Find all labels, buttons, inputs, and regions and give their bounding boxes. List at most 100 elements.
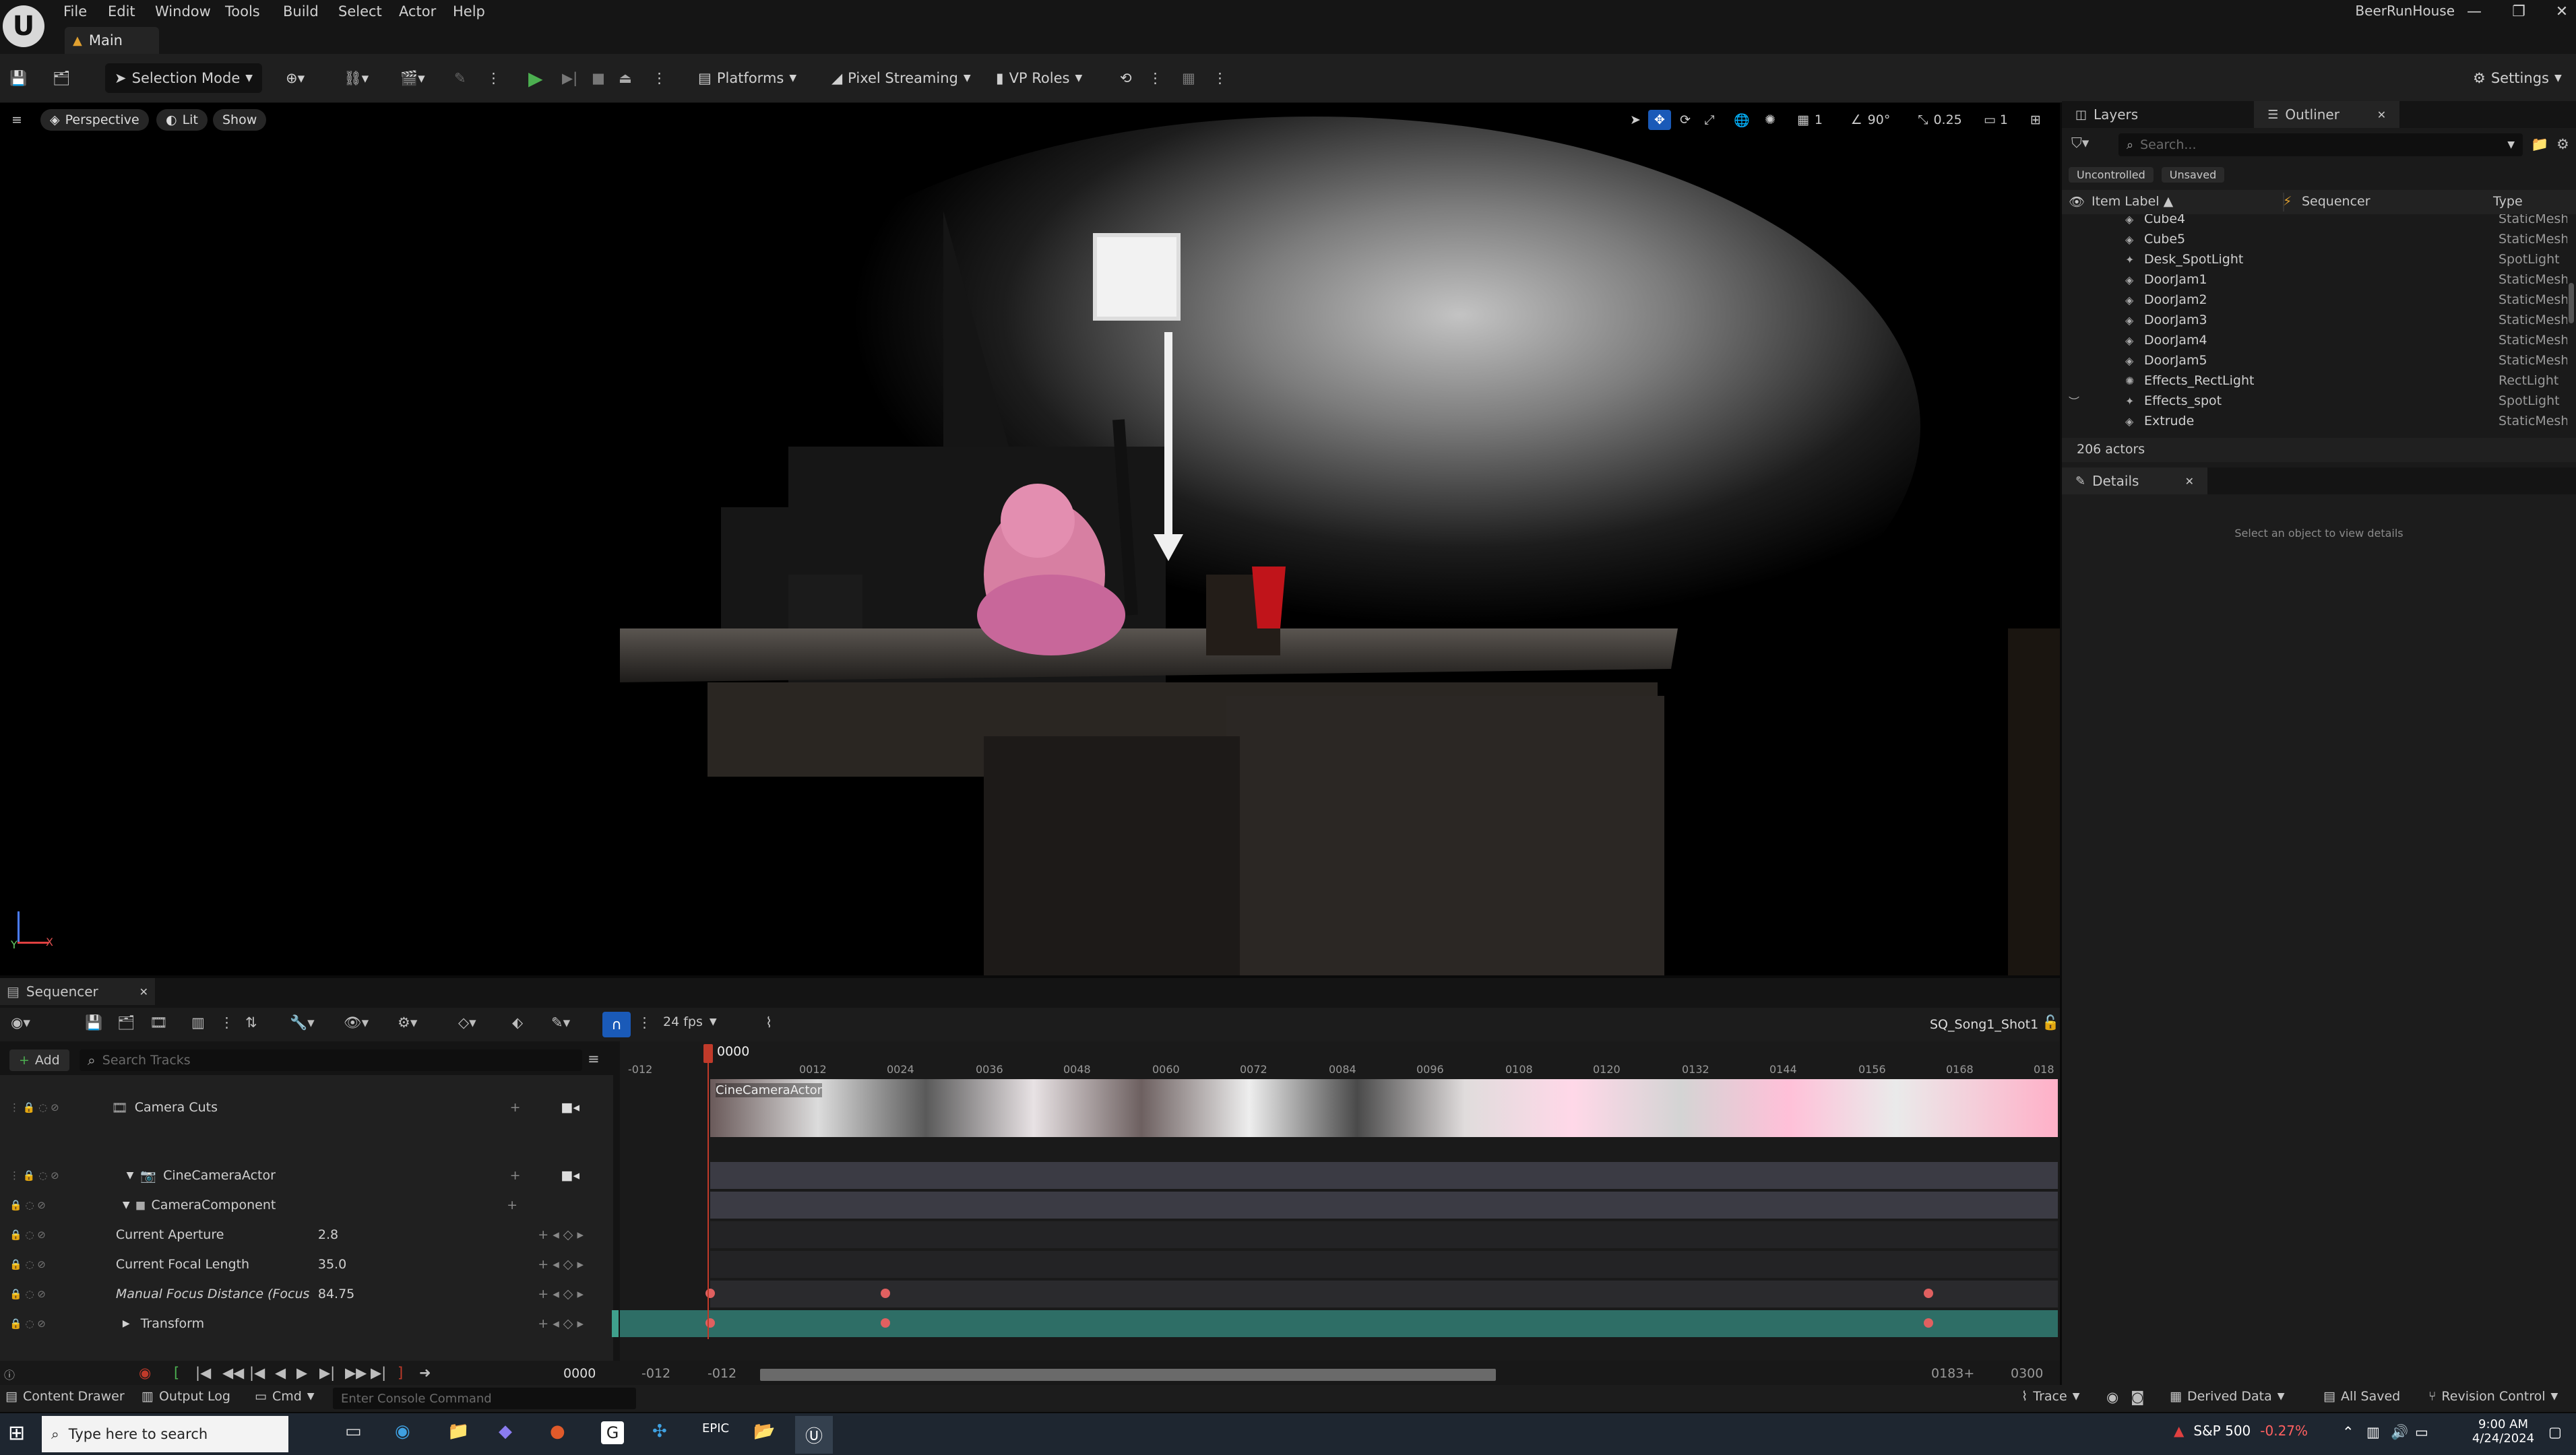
- menu-window[interactable]: Window: [155, 0, 211, 23]
- keyframe-controls[interactable]: + ◂ ◇ ▸: [538, 1287, 584, 1301]
- add-icon[interactable]: +: [507, 1198, 517, 1212]
- camera-icon[interactable]: ■◂: [561, 1168, 580, 1183]
- chevron-up-icon[interactable]: ⌃: [2342, 1424, 2354, 1440]
- keyframe-dot[interactable]: [881, 1289, 890, 1298]
- key-options-icon[interactable]: ⇅: [245, 1014, 257, 1031]
- focus-distance-section[interactable]: [710, 1281, 2058, 1307]
- scale-snap-button[interactable]: ⤡ 0.25: [1910, 110, 1970, 130]
- component-section-bar[interactable]: [710, 1192, 2058, 1219]
- expand-arrow-icon[interactable]: ▼: [123, 1200, 130, 1210]
- pixel-streaming-dropdown[interactable]: ◢ Pixel Streaming ▼: [831, 62, 971, 94]
- world-icon[interactable]: ◉▾: [11, 1014, 30, 1031]
- volume-icon[interactable]: 🔊: [2391, 1424, 2408, 1441]
- network-icon[interactable]: ▥: [2366, 1424, 2380, 1440]
- eye-icon[interactable]: 👁: [2069, 194, 2085, 209]
- folder-icon[interactable]: 📂: [753, 1421, 775, 1442]
- task-view-icon[interactable]: ▭: [345, 1421, 362, 1442]
- close-icon[interactable]: ✕: [139, 985, 148, 998]
- unreal-logo-icon[interactable]: U: [3, 5, 44, 47]
- keyframe-dot[interactable]: [1924, 1318, 1933, 1328]
- world-space-icon[interactable]: 🌐: [1732, 110, 1752, 130]
- scale-tool-icon[interactable]: ⤢: [1699, 110, 1720, 130]
- blueprint-icon[interactable]: ⛓▾: [344, 62, 369, 94]
- keyframe-controls[interactable]: + ◂ ◇ ▸: [538, 1316, 584, 1331]
- track-value[interactable]: 84.75: [318, 1287, 419, 1301]
- track-search-input[interactable]: ⌕ Search Tracks: [80, 1049, 582, 1071]
- curve-editor-icon[interactable]: ⌇: [765, 1014, 772, 1031]
- tab-layers[interactable]: ◫ Layers: [2062, 106, 2151, 123]
- playback-options-icon[interactable]: ▥: [191, 1014, 205, 1031]
- add-actor-icon[interactable]: ⊕▾: [286, 62, 305, 94]
- filter-icon[interactable]: ≡: [588, 1051, 600, 1067]
- selection-mode-dropdown[interactable]: ➤ Selection Mode ▼: [105, 63, 263, 93]
- output-log-button[interactable]: ▥ Output Log: [142, 1389, 230, 1404]
- epic-games-icon[interactable]: EPIC: [702, 1421, 729, 1435]
- edit-icon[interactable]: ✎▾: [551, 1014, 570, 1031]
- more-options-icon[interactable]: ⋮: [220, 1014, 234, 1031]
- app-icon[interactable]: ◆: [499, 1421, 512, 1442]
- derived-data-dropdown[interactable]: ▦ Derived Data ▼: [2170, 1389, 2285, 1404]
- lock-icon[interactable]: 🔓: [2042, 1014, 2059, 1031]
- more-options-icon[interactable]: ⋮: [637, 1014, 652, 1031]
- save-icon[interactable]: 💾: [9, 62, 27, 94]
- timeline-scrollbar[interactable]: [760, 1369, 1496, 1381]
- tab-outliner[interactable]: ☰ Outliner ✕: [2254, 101, 2400, 128]
- settings-button[interactable]: ⚙ Settings ▼: [2473, 62, 2562, 94]
- app-icon[interactable]: ✣: [652, 1421, 667, 1442]
- play-icon[interactable]: ▶: [296, 1365, 307, 1381]
- play-range-end[interactable]: 0183+: [1931, 1366, 1974, 1381]
- stop-icon[interactable]: ■: [592, 62, 605, 94]
- add-icon[interactable]: +: [510, 1100, 521, 1115]
- outliner-scrollbar[interactable]: [2569, 283, 2574, 323]
- revision-control-dropdown[interactable]: ⑂ Revision Control ▼: [2428, 1389, 2558, 1404]
- view-range-end[interactable]: 0300: [2011, 1366, 2043, 1381]
- actor-section-bar[interactable]: [710, 1162, 2058, 1189]
- set-end-icon[interactable]: ]: [398, 1365, 403, 1381]
- prev-key-icon[interactable]: ◀◀: [222, 1365, 244, 1381]
- perspective-button[interactable]: ◈ Perspective: [40, 109, 149, 131]
- view-range-start[interactable]: -012: [641, 1366, 670, 1381]
- actions-icon[interactable]: 🔧▾: [290, 1014, 315, 1031]
- list-item[interactable]: ◈ Extrude StaticMesh: [2062, 411, 2567, 431]
- platforms-dropdown[interactable]: ▤ Platforms ▼: [698, 62, 796, 94]
- surface-snap-icon[interactable]: ✺: [1760, 110, 1780, 130]
- loop-icon[interactable]: ➜: [419, 1365, 431, 1381]
- add-track-button[interactable]: + Add: [9, 1049, 69, 1071]
- app-g-icon[interactable]: G: [601, 1421, 624, 1444]
- auto-key-icon[interactable]: ⚙▾: [398, 1014, 417, 1031]
- notifications-icon[interactable]: ▢: [2548, 1424, 2562, 1440]
- more-options-icon[interactable]: ⋮: [486, 62, 501, 94]
- transform-section[interactable]: [620, 1310, 2058, 1337]
- filter-icon[interactable]: ⛉▾: [2071, 135, 2112, 155]
- taskbar-search-input[interactable]: ⌕ Type here to search: [42, 1416, 288, 1452]
- list-item[interactable]: ◈ Cube5 StaticMesh: [2062, 229, 2567, 249]
- content-browser-icon[interactable]: 🗂: [53, 62, 71, 94]
- viewport-layout-icon[interactable]: ⊞: [2024, 110, 2047, 130]
- unreal-editor-icon[interactable]: Ⓤ: [795, 1416, 833, 1454]
- more-options-icon[interactable]: ⋮: [1148, 62, 1162, 94]
- save-icon[interactable]: 💾: [85, 1014, 102, 1031]
- focal-length-section[interactable]: [710, 1251, 2058, 1278]
- battery-icon[interactable]: ▭: [2415, 1424, 2428, 1440]
- expand-arrow-icon[interactable]: ▶: [123, 1318, 130, 1329]
- track-current-aperture[interactable]: 🔒 ◌ ⊘ Current Aperture 2.8 + ◂ ◇ ▸: [0, 1221, 613, 1248]
- jump-start-icon[interactable]: |◀: [195, 1365, 211, 1381]
- stock-widget[interactable]: ▲ S&P 500 -0.27%: [2174, 1423, 2308, 1439]
- file-explorer-icon[interactable]: 📁: [447, 1421, 469, 1442]
- list-item[interactable]: ✺ Effects_RectLight RectLight: [2062, 370, 2567, 391]
- expand-arrow-icon[interactable]: ▼: [127, 1170, 134, 1181]
- keyframe-controls[interactable]: + ◂ ◇ ▸: [538, 1257, 584, 1272]
- all-saved-button[interactable]: ▤ All Saved: [2323, 1389, 2400, 1404]
- track-camera-cuts[interactable]: ⋮ 🔒 ◌ ⊘ 🎞 Camera Cuts + ■◂: [0, 1090, 613, 1125]
- track-camera-component[interactable]: 🔒 ◌ ⊘ ▼ ◼ CameraComponent +: [0, 1192, 613, 1219]
- info-icon[interactable]: ⓘ: [4, 1366, 15, 1382]
- key-interp-icon[interactable]: ◇▾: [458, 1014, 476, 1031]
- keyframe-controls[interactable]: + ◂ ◇ ▸: [538, 1227, 584, 1242]
- item-label-column[interactable]: Item Label ▲: [2092, 194, 2173, 209]
- find-in-browser-icon[interactable]: 🗂: [117, 1014, 135, 1031]
- clock[interactable]: 9:00 AM 4/24/2024: [2466, 1417, 2540, 1446]
- more-options-icon[interactable]: ⋮: [1213, 62, 1227, 94]
- trace-dropdown[interactable]: ⌇ Trace ▼: [2021, 1389, 2079, 1404]
- play-icon[interactable]: ▶: [528, 62, 543, 94]
- reverse-play-icon[interactable]: ◀: [275, 1365, 286, 1381]
